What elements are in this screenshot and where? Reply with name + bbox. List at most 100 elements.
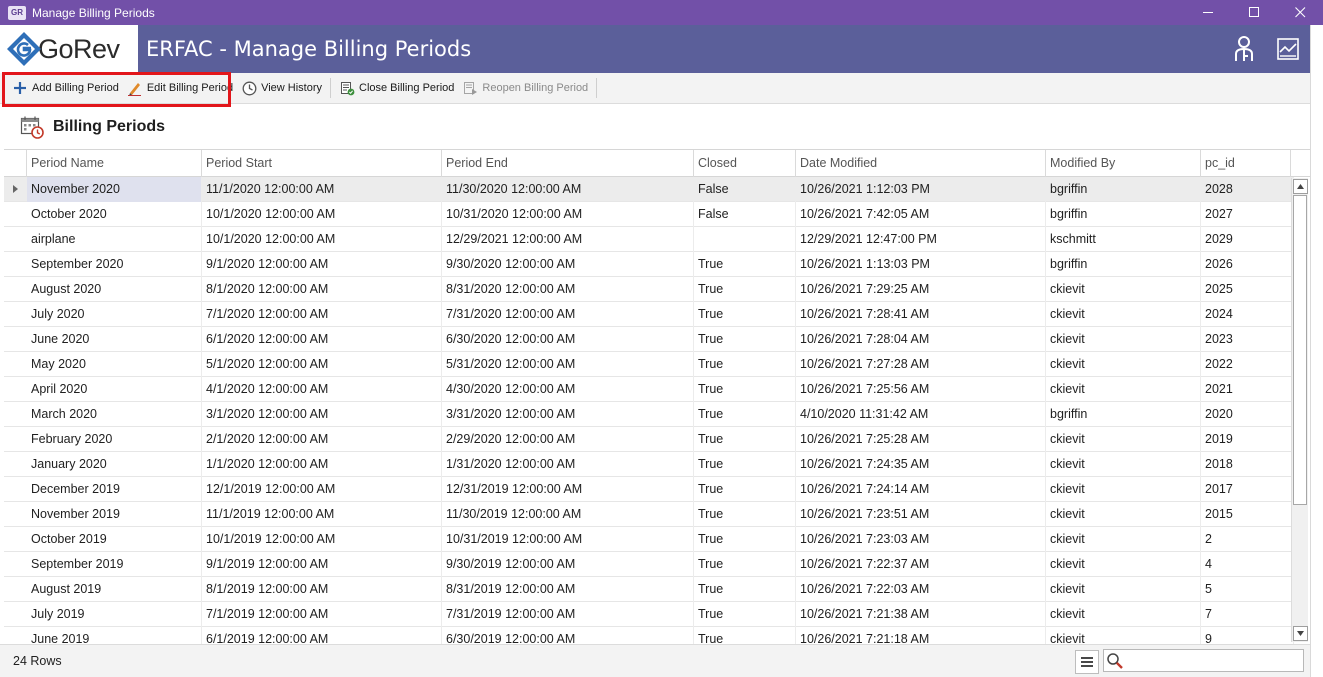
table-row[interactable]: April 2020 4/1/2020 12:00:00 AM 4/30/2020 …	[4, 377, 1294, 402]
cell-closed: True	[694, 277, 796, 302]
grid-header: Period Name Period Start Period End Clos…	[4, 150, 1310, 177]
cell-modified-by: bgriffin	[1046, 402, 1201, 427]
cell-date-modified: 10/26/2021 7:24:35 AM	[796, 452, 1046, 477]
table-row[interactable]: airplane 10/1/2020 12:00:00 AM 12/29/2021 …	[4, 227, 1294, 252]
table-row[interactable]: November 2019 11/1/2019 12:00:00 AM 11/30/…	[4, 502, 1294, 527]
column-header-closed[interactable]: Closed	[694, 150, 796, 177]
cell-period-end: 10/31/2019 12:00:00 AM	[442, 527, 694, 552]
cell-period-name: July 2020	[27, 302, 202, 327]
app-header: GoRev ERFAC - Manage Billing Periods	[0, 25, 1310, 73]
scroll-down-arrow-icon[interactable]	[1293, 626, 1308, 641]
search-input[interactable]	[1126, 651, 1301, 670]
toolbar-separator	[330, 78, 331, 98]
table-row[interactable]: June 2019 6/1/2019 12:00:00 AM 6/30/2019 1…	[4, 627, 1294, 644]
page-title: ERFAC - Manage Billing Periods	[146, 37, 472, 61]
cell-modified-by: ckievit	[1046, 602, 1201, 627]
cell-modified-by: ckievit	[1046, 327, 1201, 352]
scrollbar-thumb[interactable]	[1293, 195, 1307, 505]
cell-period-end: 9/30/2020 12:00:00 AM	[442, 252, 694, 277]
status-bar: 24 Rows	[0, 644, 1310, 677]
table-row[interactable]: June 2020 6/1/2020 12:00:00 AM 6/30/2020 1…	[4, 327, 1294, 352]
cell-closed: True	[694, 452, 796, 477]
table-row[interactable]: September 2019 9/1/2019 12:00:00 AM 9/30/2…	[4, 552, 1294, 577]
plus-icon	[12, 80, 28, 96]
table-row[interactable]: December 2019 12/1/2019 12:00:00 AM 12/31/…	[4, 477, 1294, 502]
toolbar: Add Billing Period Edit Billing Period V…	[0, 73, 1310, 104]
table-row[interactable]: July 2020 7/1/2020 12:00:00 AM 7/31/2020 1…	[4, 302, 1294, 327]
cell-date-modified: 10/26/2021 7:25:56 AM	[796, 377, 1046, 402]
table-row[interactable]: November 2020 11/1/2020 12:00:00 AM 11/30/…	[4, 177, 1294, 202]
cell-pc-id: 2028	[1201, 177, 1294, 202]
table-row[interactable]: October 2020 10/1/2020 12:00:00 AM 10/31/2…	[4, 202, 1294, 227]
cell-period-end: 7/31/2020 12:00:00 AM	[442, 302, 694, 327]
cell-period-name: January 2020	[27, 452, 202, 477]
window-right-edge	[1310, 25, 1323, 677]
column-header-period-start[interactable]: Period Start	[202, 150, 442, 177]
table-row[interactable]: July 2019 7/1/2019 12:00:00 AM 7/31/2019 1…	[4, 602, 1294, 627]
cell-pc-id: 2	[1201, 527, 1294, 552]
cell-period-name: October 2019	[27, 527, 202, 552]
cell-pc-id: 2019	[1201, 427, 1294, 452]
cell-date-modified: 10/26/2021 7:28:41 AM	[796, 302, 1046, 327]
report-chart-icon[interactable]	[1266, 25, 1310, 73]
cell-pc-id: 2025	[1201, 277, 1294, 302]
view-history-button[interactable]: View History	[237, 76, 326, 100]
close-billing-period-label: Close Billing Period	[359, 82, 455, 94]
table-row[interactable]: August 2020 8/1/2020 12:00:00 AM 8/31/2020…	[4, 277, 1294, 302]
pencil-icon	[127, 80, 143, 96]
close-window-button[interactable]	[1277, 0, 1323, 25]
cell-period-name: February 2020	[27, 427, 202, 452]
column-header-modified-by[interactable]: Modified By	[1046, 150, 1201, 177]
user-key-icon[interactable]	[1222, 25, 1266, 73]
edit-billing-period-button[interactable]: Edit Billing Period	[123, 76, 237, 100]
cell-date-modified: 10/26/2021 7:21:18 AM	[796, 627, 1046, 644]
column-header-period-name[interactable]: Period Name	[27, 150, 202, 177]
table-row[interactable]: January 2020 1/1/2020 12:00:00 AM 1/31/202…	[4, 452, 1294, 477]
table-row[interactable]: August 2019 8/1/2019 12:00:00 AM 8/31/2019…	[4, 577, 1294, 602]
cell-modified-by: ckievit	[1046, 502, 1201, 527]
column-header-date-modified[interactable]: Date Modified	[796, 150, 1046, 177]
cell-closed: True	[694, 352, 796, 377]
cell-modified-by: ckievit	[1046, 552, 1201, 577]
cell-period-name: March 2020	[27, 402, 202, 427]
cell-date-modified: 10/26/2021 1:13:03 PM	[796, 252, 1046, 277]
grid-menu-button[interactable]	[1075, 650, 1099, 674]
scroll-up-arrow-icon[interactable]	[1293, 179, 1308, 194]
table-row[interactable]: March 2020 3/1/2020 12:00:00 AM 3/31/2020 …	[4, 402, 1294, 427]
cell-date-modified: 12/29/2021 12:47:00 PM	[796, 227, 1046, 252]
cell-closed: True	[694, 502, 796, 527]
grid-search-box[interactable]	[1103, 649, 1304, 672]
cell-period-end: 3/31/2020 12:00:00 AM	[442, 402, 694, 427]
cell-date-modified: 10/26/2021 7:29:25 AM	[796, 277, 1046, 302]
cell-date-modified: 10/26/2021 7:22:03 AM	[796, 577, 1046, 602]
minimize-button[interactable]	[1185, 0, 1231, 25]
cell-date-modified: 4/10/2020 11:31:42 AM	[796, 402, 1046, 427]
cell-modified-by: ckievit	[1046, 377, 1201, 402]
cell-period-name: June 2020	[27, 327, 202, 352]
cell-period-end: 11/30/2019 12:00:00 AM	[442, 502, 694, 527]
table-row[interactable]: May 2020 5/1/2020 12:00:00 AM 5/31/2020 12…	[4, 352, 1294, 377]
cell-period-end: 5/31/2020 12:00:00 AM	[442, 352, 694, 377]
cell-period-end: 10/31/2020 12:00:00 AM	[442, 202, 694, 227]
column-header-period-end[interactable]: Period End	[442, 150, 694, 177]
cell-closed: False	[694, 177, 796, 202]
cell-period-name: August 2020	[27, 277, 202, 302]
cell-pc-id: 2015	[1201, 502, 1294, 527]
window-title: Manage Billing Periods	[32, 5, 155, 20]
cell-pc-id: 2021	[1201, 377, 1294, 402]
cell-period-start: 7/1/2020 12:00:00 AM	[202, 302, 442, 327]
table-row[interactable]: October 2019 10/1/2019 12:00:00 AM 10/31/2…	[4, 527, 1294, 552]
table-row[interactable]: September 2020 9/1/2020 12:00:00 AM 9/30/2…	[4, 252, 1294, 277]
cell-closed: True	[694, 402, 796, 427]
cell-period-name: airplane	[27, 227, 202, 252]
maximize-button[interactable]	[1231, 0, 1277, 25]
grid-vertical-scrollbar[interactable]	[1291, 178, 1308, 642]
cell-modified-by: bgriffin	[1046, 202, 1201, 227]
reopen-billing-period-button[interactable]: Reopen Billing Period	[458, 76, 592, 100]
add-billing-period-button[interactable]: Add Billing Period	[8, 76, 123, 100]
column-header-pc-id[interactable]: pc_id	[1201, 150, 1291, 177]
toolbar-separator	[596, 78, 598, 98]
table-row[interactable]: February 2020 2/1/2020 12:00:00 AM 2/29/20…	[4, 427, 1294, 452]
close-billing-period-button[interactable]: Close Billing Period	[335, 76, 458, 100]
cell-pc-id: 2017	[1201, 477, 1294, 502]
